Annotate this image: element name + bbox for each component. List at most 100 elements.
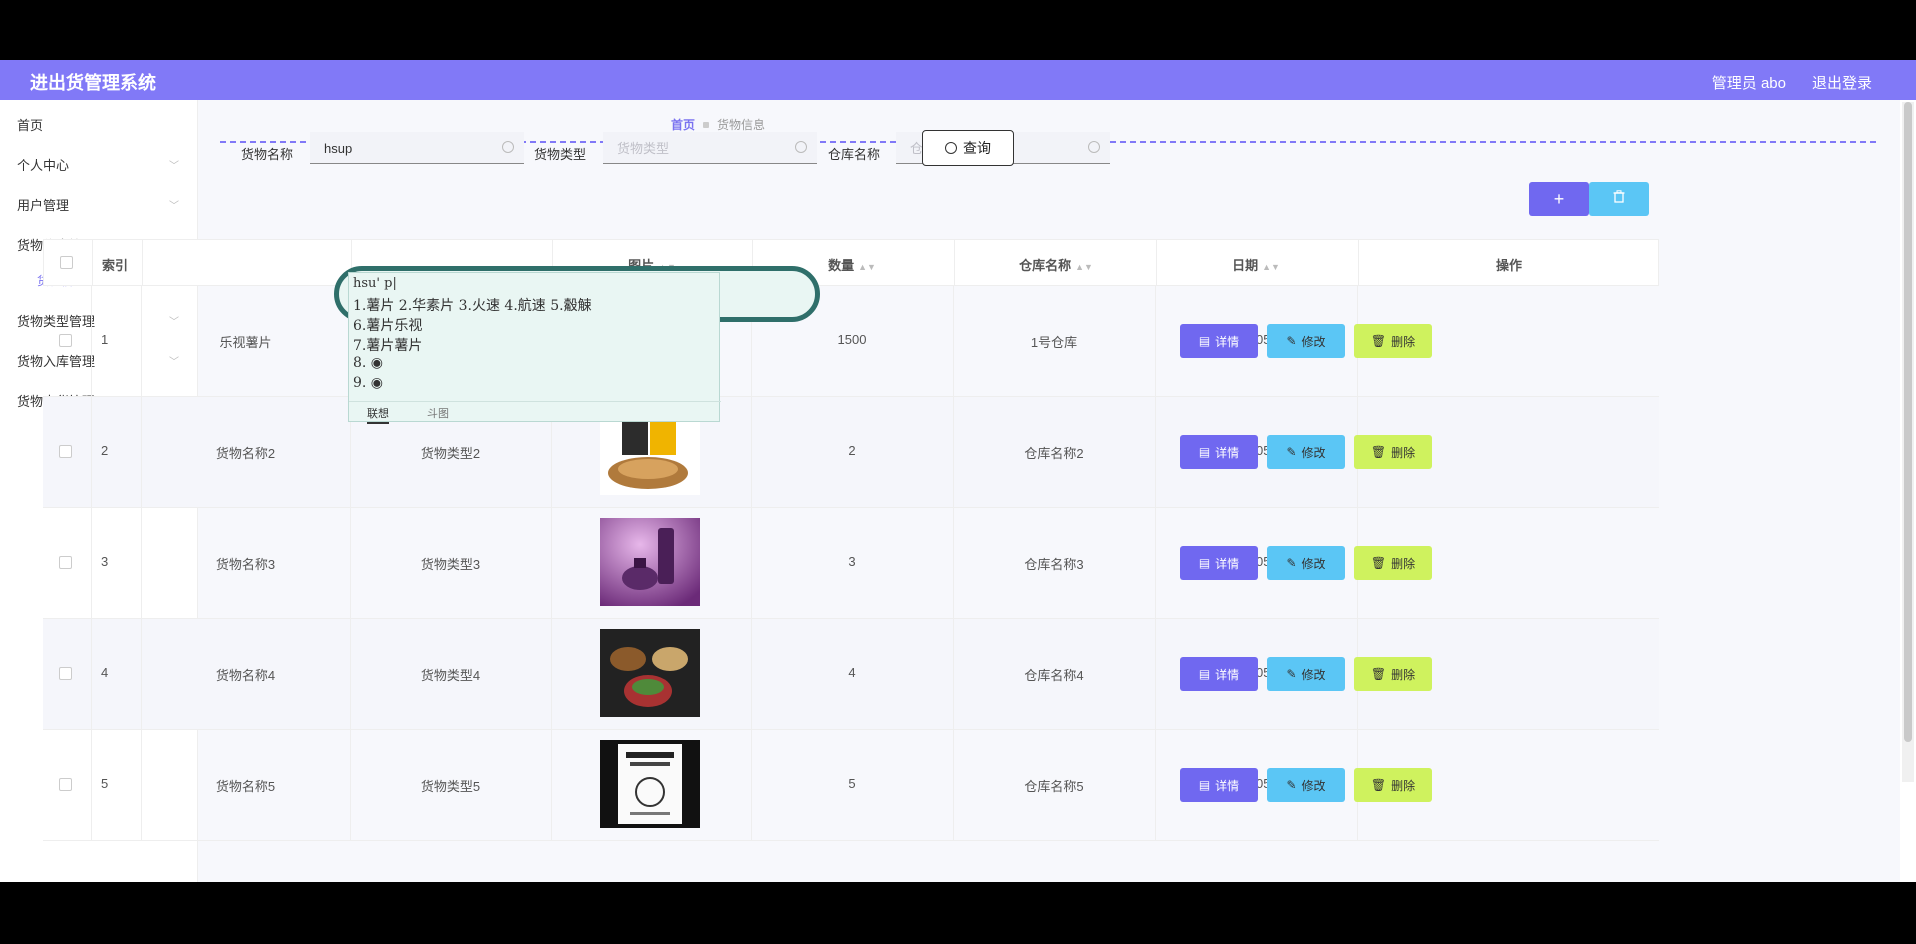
goods-thumbnail	[600, 629, 700, 717]
ime-candidate-7[interactable]: 7.薯片薯片	[353, 335, 422, 355]
edit-button[interactable]: ✎ 修改	[1267, 435, 1345, 469]
edit-button[interactable]: ✎ 修改	[1267, 324, 1345, 358]
trash-icon: 🗑	[1370, 556, 1387, 570]
sidebar-item-label: 用户管理	[17, 198, 70, 213]
pencil-icon: ✎	[1286, 667, 1297, 681]
detail-button[interactable]: ▤ 详情	[1180, 657, 1258, 691]
column-divider	[91, 619, 92, 729]
pencil-icon: ✎	[1286, 778, 1297, 792]
row-checkbox[interactable]	[59, 445, 72, 458]
header-index: 索引	[102, 258, 129, 273]
trash-icon: 🗑	[1370, 334, 1387, 348]
cell-warehouse: 1号仓库	[1030, 335, 1078, 350]
sidebar-item-label: 个人中心	[17, 158, 70, 173]
document-icon: ▤	[1198, 778, 1211, 792]
edit-button[interactable]: ✎ 修改	[1267, 768, 1345, 802]
logout-link[interactable]: 退出登录	[1812, 72, 1872, 93]
ime-tab-sticker[interactable]: 斗图	[427, 405, 449, 421]
delete-button[interactable]: 🗑 删除	[1354, 324, 1432, 358]
cell-qty: 1500	[837, 332, 867, 347]
cell-type: 货物类型5	[420, 779, 481, 794]
cell-index: 3	[101, 554, 109, 569]
edit-button[interactable]: ✎ 修改	[1267, 657, 1345, 691]
query-button[interactable]: 查询	[922, 130, 1014, 166]
goods-type-input[interactable]	[617, 138, 757, 158]
vertical-scrollbar[interactable]	[1902, 102, 1914, 782]
document-icon: ▤	[1198, 334, 1211, 348]
search-icon	[1088, 141, 1100, 153]
ime-candidate-9[interactable]: 9. ◉	[353, 375, 383, 391]
search-icon	[795, 141, 807, 153]
header-qty[interactable]: 数量 ▲▼	[824, 255, 880, 274]
row-checkbox[interactable]	[59, 334, 72, 347]
column-divider	[91, 730, 92, 840]
scrollbar-thumb[interactable]	[1904, 102, 1912, 742]
delete-button[interactable]: 🗑 删除	[1354, 435, 1432, 469]
table-row: 5 货物名称5 货物类型5 5 仓库名称5 2021-05-17 ▤详情 ✎修改…	[43, 730, 1659, 841]
sort-icon: ▲▼	[858, 262, 876, 272]
cell-type: 货物类型4	[420, 668, 481, 683]
delete-button[interactable]: 🗑 删除	[1354, 657, 1432, 691]
cell-warehouse: 仓库名称2	[1024, 446, 1084, 461]
query-button-label: 查询	[963, 140, 991, 156]
breadcrumb-home[interactable]: 首页	[671, 118, 695, 132]
pencil-icon: ✎	[1286, 334, 1297, 348]
pencil-icon: ✎	[1286, 445, 1297, 459]
cell-qty: 3	[848, 554, 856, 569]
ime-footer: 联想 斗图	[349, 401, 721, 424]
sidebar-item-users[interactable]: 用户管理 ﹀	[17, 195, 179, 214]
header-warehouse[interactable]: 仓库名称 ▲▼	[1012, 255, 1100, 274]
detail-button-label: 详情	[1215, 556, 1240, 571]
row-checkbox[interactable]	[59, 778, 72, 791]
row-checkbox[interactable]	[59, 556, 72, 569]
goods-name-label: 货物名称	[241, 147, 294, 162]
add-button[interactable]: +	[1529, 182, 1589, 216]
delete-button-label: 删除	[1391, 334, 1416, 349]
delete-button[interactable]: 🗑 删除	[1354, 768, 1432, 802]
edit-button[interactable]: ✎ 修改	[1267, 546, 1345, 580]
header-date[interactable]: 日期 ▲▼	[1226, 255, 1286, 274]
ime-candidate-6[interactable]: 6.薯片乐视	[353, 315, 422, 335]
cell-qty: 5	[848, 776, 856, 791]
table-header: 索引 图片▲▼ 数量▲▼ 仓库名称▲▼ 日期▲▼ 操作	[43, 239, 1659, 286]
row-checkbox[interactable]	[59, 667, 72, 680]
ime-candidate-8[interactable]: 8. ◉	[353, 355, 383, 371]
delete-button-label: 删除	[1391, 556, 1416, 571]
table-row: 3 货物名称3 货物类型3 3 仓库名称3 2021-05-17 ▤详情 ✎修改…	[43, 508, 1659, 619]
goods-name-field[interactable]	[310, 132, 524, 164]
detail-button-label: 详情	[1215, 778, 1240, 793]
goods-name-input[interactable]	[324, 138, 464, 158]
select-all-checkbox[interactable]	[60, 256, 73, 269]
sidebar-item-home[interactable]: 首页	[17, 115, 177, 134]
cell-index: 1	[101, 332, 109, 347]
cell-qty: 4	[848, 665, 856, 680]
detail-button[interactable]: ▤ 详情	[1180, 768, 1258, 802]
search-icon	[502, 141, 514, 153]
detail-button[interactable]: ▤ 详情	[1180, 435, 1258, 469]
document-icon: ▤	[1198, 556, 1211, 570]
cell-warehouse: 仓库名称3	[1024, 557, 1084, 572]
detail-button[interactable]: ▤ 详情	[1180, 324, 1258, 358]
goods-type-field[interactable]	[603, 132, 817, 164]
delete-button-label: 删除	[1391, 667, 1416, 682]
edit-button-label: 修改	[1301, 334, 1326, 349]
cell-index: 5	[101, 776, 109, 791]
app-window: 进出货管理系统 管理员 abo 退出登录 首页 个人中心 ﹀ 用户管理 ﹀ 货物信息…	[0, 60, 1916, 882]
goods-type-label: 货物类型	[534, 147, 587, 162]
search-icon	[945, 142, 957, 154]
top-bar: 进出货管理系统 管理员 abo 退出登录	[0, 60, 1916, 100]
column-divider	[1358, 240, 1359, 285]
ime-candidate-8-label: 8.	[353, 355, 367, 371]
sidebar-item-profile[interactable]: 个人中心 ﹀	[17, 155, 179, 174]
trash-icon	[1613, 190, 1625, 203]
chevron-down-icon: ﹀	[169, 201, 179, 212]
edit-button-label: 修改	[1301, 445, 1326, 460]
batch-delete-button[interactable]	[1589, 182, 1649, 216]
trash-icon: 🗑	[1370, 778, 1387, 792]
cell-warehouse: 仓库名称5	[1024, 779, 1084, 794]
ime-candidates-row[interactable]: 1.薯片 2.华素片 3.火速 4.航速 5.觳觫	[353, 295, 592, 315]
delete-button[interactable]: 🗑 删除	[1354, 546, 1432, 580]
detail-button[interactable]: ▤ 详情	[1180, 546, 1258, 580]
ime-tab-associate[interactable]: 联想	[367, 405, 389, 424]
trash-icon: 🗑	[1370, 445, 1387, 459]
